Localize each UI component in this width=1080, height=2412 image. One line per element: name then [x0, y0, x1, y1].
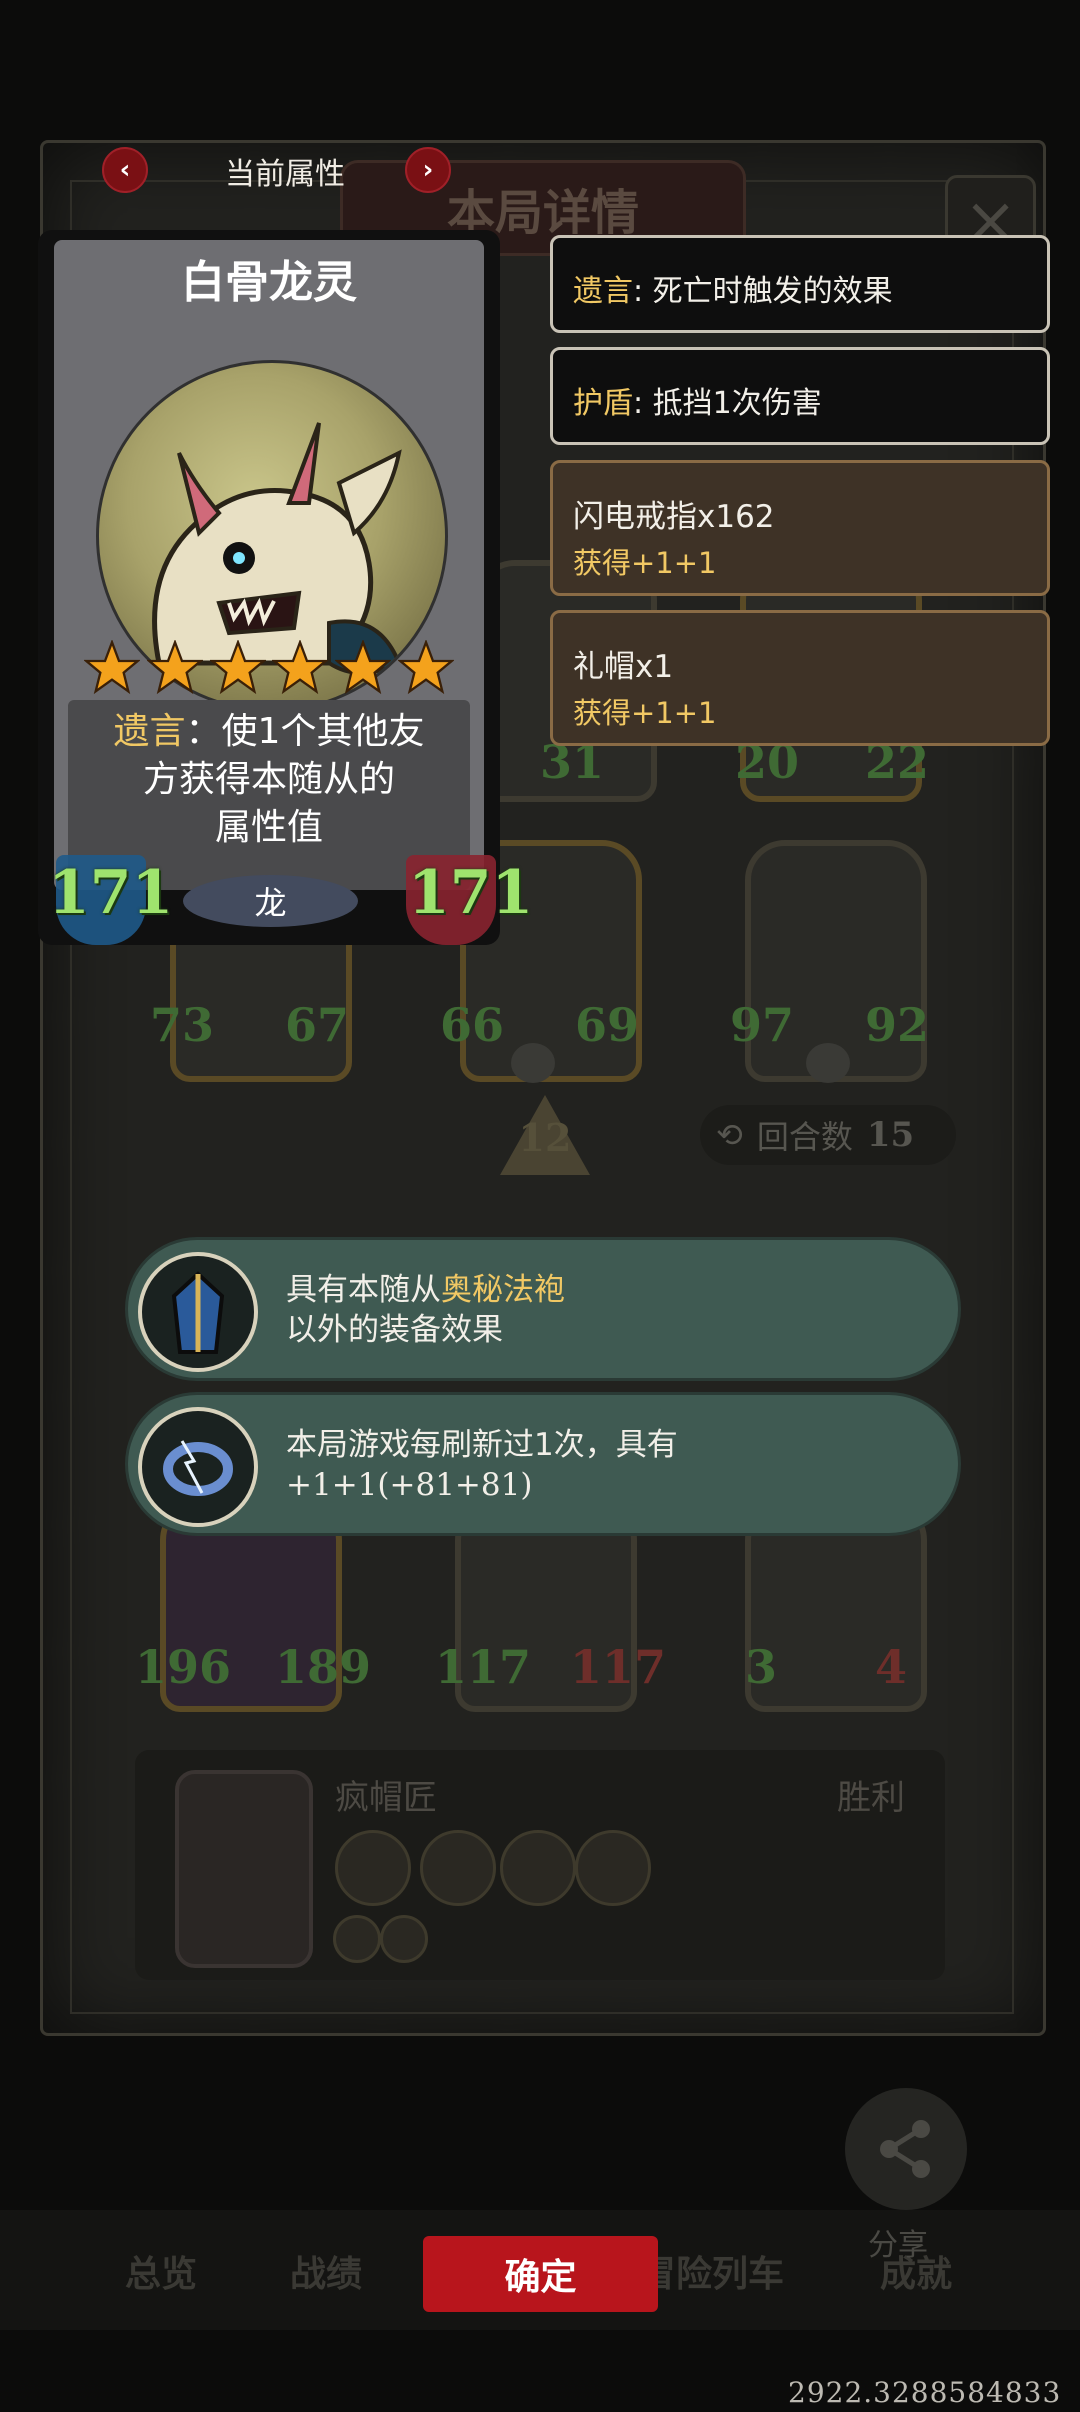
equipment-slot[interactable]	[420, 1830, 496, 1906]
minion-attack: 73	[150, 998, 215, 1052]
minion-health: 189	[275, 1640, 372, 1694]
effect-line2: 以外的装备效果	[286, 1312, 503, 1348]
player-avatar	[175, 1770, 313, 1968]
prev-arrow-button[interactable]: ‹	[102, 147, 148, 193]
tooltip-text: : 抵挡1次伤害	[633, 386, 822, 421]
attribute-nav: ‹ 当前属性 ›	[100, 145, 451, 195]
tab-overview[interactable]: 总览	[125, 2245, 197, 2297]
equipment-slot[interactable]	[335, 1830, 411, 1906]
robe-icon	[138, 1252, 258, 1372]
skull-icon	[511, 1043, 555, 1083]
tooltip-item-name: 闪电戒指x162	[573, 499, 775, 535]
share-label: 分享	[868, 2228, 928, 2263]
tab-record[interactable]: 战绩	[290, 2245, 362, 2297]
tooltip-item-bonus: 获得+1+1	[573, 546, 717, 580]
card-description-text: ：使1个其他友	[185, 711, 425, 752]
star-icon	[335, 640, 392, 695]
star-icon	[146, 640, 203, 695]
tooltip-text: : 死亡时触发的效果	[633, 274, 893, 309]
effect-banner-robe: 具有本随从奥秘法袍 以外的装备效果	[128, 1240, 958, 1378]
tooltip-keyword: 遗言	[573, 274, 633, 309]
effect-text: 本局游戏每刷新过1次，具有 +1+1(+81+81)	[286, 1425, 678, 1505]
lightning-ring-icon	[138, 1407, 258, 1527]
tribe-label: 龙	[183, 875, 358, 927]
coordinate-readout: 2922.3288584833	[788, 2376, 1062, 2409]
minion-health: 92	[865, 998, 930, 1052]
minion-detail-card: 白骨龙灵 遗言：使1个其他友 方获得本随从的 属性值 龙 171 171	[38, 230, 533, 945]
confirm-button[interactable]: 确定	[423, 2236, 658, 2312]
player-name: 疯帽匠	[335, 1778, 437, 1818]
card-health: 171	[408, 858, 534, 928]
tooltip-keyword: 护盾	[573, 386, 633, 421]
next-arrow-button[interactable]: ›	[405, 147, 451, 193]
minion-health: 117	[570, 1640, 667, 1694]
refresh-icon: ⟲	[716, 1116, 743, 1154]
round-counter: ⟲ 回合数 15	[700, 1105, 956, 1165]
player-result: 胜利	[837, 1778, 905, 1818]
tooltip-deathrattle: 遗言: 死亡时触发的效果	[550, 235, 1050, 333]
minion-health: 4	[875, 1640, 908, 1694]
minion-attack: 97	[730, 998, 795, 1052]
minion-attack: 3	[745, 1640, 778, 1694]
tooltip-shield: 护盾: 抵挡1次伤害	[550, 347, 1050, 445]
card-description: 遗言：使1个其他友 方获得本随从的 属性值	[98, 708, 440, 852]
level-value: 12	[518, 1115, 572, 1160]
card-name: 白骨龙灵	[181, 257, 357, 308]
share-icon	[880, 2120, 930, 2178]
effect-text-prefix: 具有本随从	[286, 1272, 441, 1308]
attribute-nav-title: 当前属性	[225, 157, 345, 192]
tooltip-top-hat: 礼帽x1 获得+1+1	[550, 610, 1050, 746]
effect-text-highlight: 奥秘法袍	[441, 1272, 565, 1308]
minion-health: 69	[575, 998, 640, 1052]
equipment-slot[interactable]	[380, 1915, 428, 1963]
effect-text: 具有本随从奥秘法袍 以外的装备效果	[286, 1270, 565, 1350]
skull-icon	[806, 1043, 850, 1083]
tooltip-item-name: 礼帽x1	[573, 649, 674, 685]
tooltip-item-bonus: 获得+1+1	[573, 696, 717, 730]
minion-attack: 196	[135, 1640, 232, 1694]
minion-attack: 117	[435, 1640, 532, 1694]
effect-banner-ring: 本局游戏每刷新过1次，具有 +1+1(+81+81)	[128, 1395, 958, 1533]
equipment-slot[interactable]	[575, 1830, 651, 1906]
star-icon	[272, 640, 329, 695]
star-icon	[209, 640, 266, 695]
level-indicator: 12	[500, 1095, 590, 1175]
effect-line1: 具有本随从奥秘法袍	[286, 1270, 565, 1310]
tooltip-lightning-ring: 闪电戒指x162 获得+1+1	[550, 460, 1050, 596]
effect-line1: 本局游戏每刷新过1次，具有	[286, 1427, 678, 1463]
round-label: 回合数	[756, 1118, 853, 1156]
equipment-slot[interactable]	[500, 1830, 576, 1906]
star-icon	[397, 640, 454, 695]
minion-health: 67	[285, 998, 350, 1052]
share-button[interactable]	[845, 2088, 967, 2210]
card-description-line3: 属性值	[214, 807, 323, 848]
card-attack: 171	[48, 858, 174, 928]
equipment-slot[interactable]	[333, 1915, 381, 1963]
card-description-line2: 方获得本随从的	[142, 759, 395, 800]
card-description-line1: 遗言：使1个其他友	[98, 708, 440, 756]
tab-adventure-train[interactable]: 冒险列车	[640, 2245, 784, 2297]
minion-attack: 66	[440, 998, 505, 1052]
round-value: 15	[866, 1115, 915, 1155]
card-description-keyword: 遗言	[113, 711, 186, 752]
star-icon	[84, 640, 140, 695]
player-row[interactable]: 疯帽匠 胜利	[135, 1750, 945, 1980]
effect-line2: +1+1(+81+81)	[286, 1467, 533, 1503]
